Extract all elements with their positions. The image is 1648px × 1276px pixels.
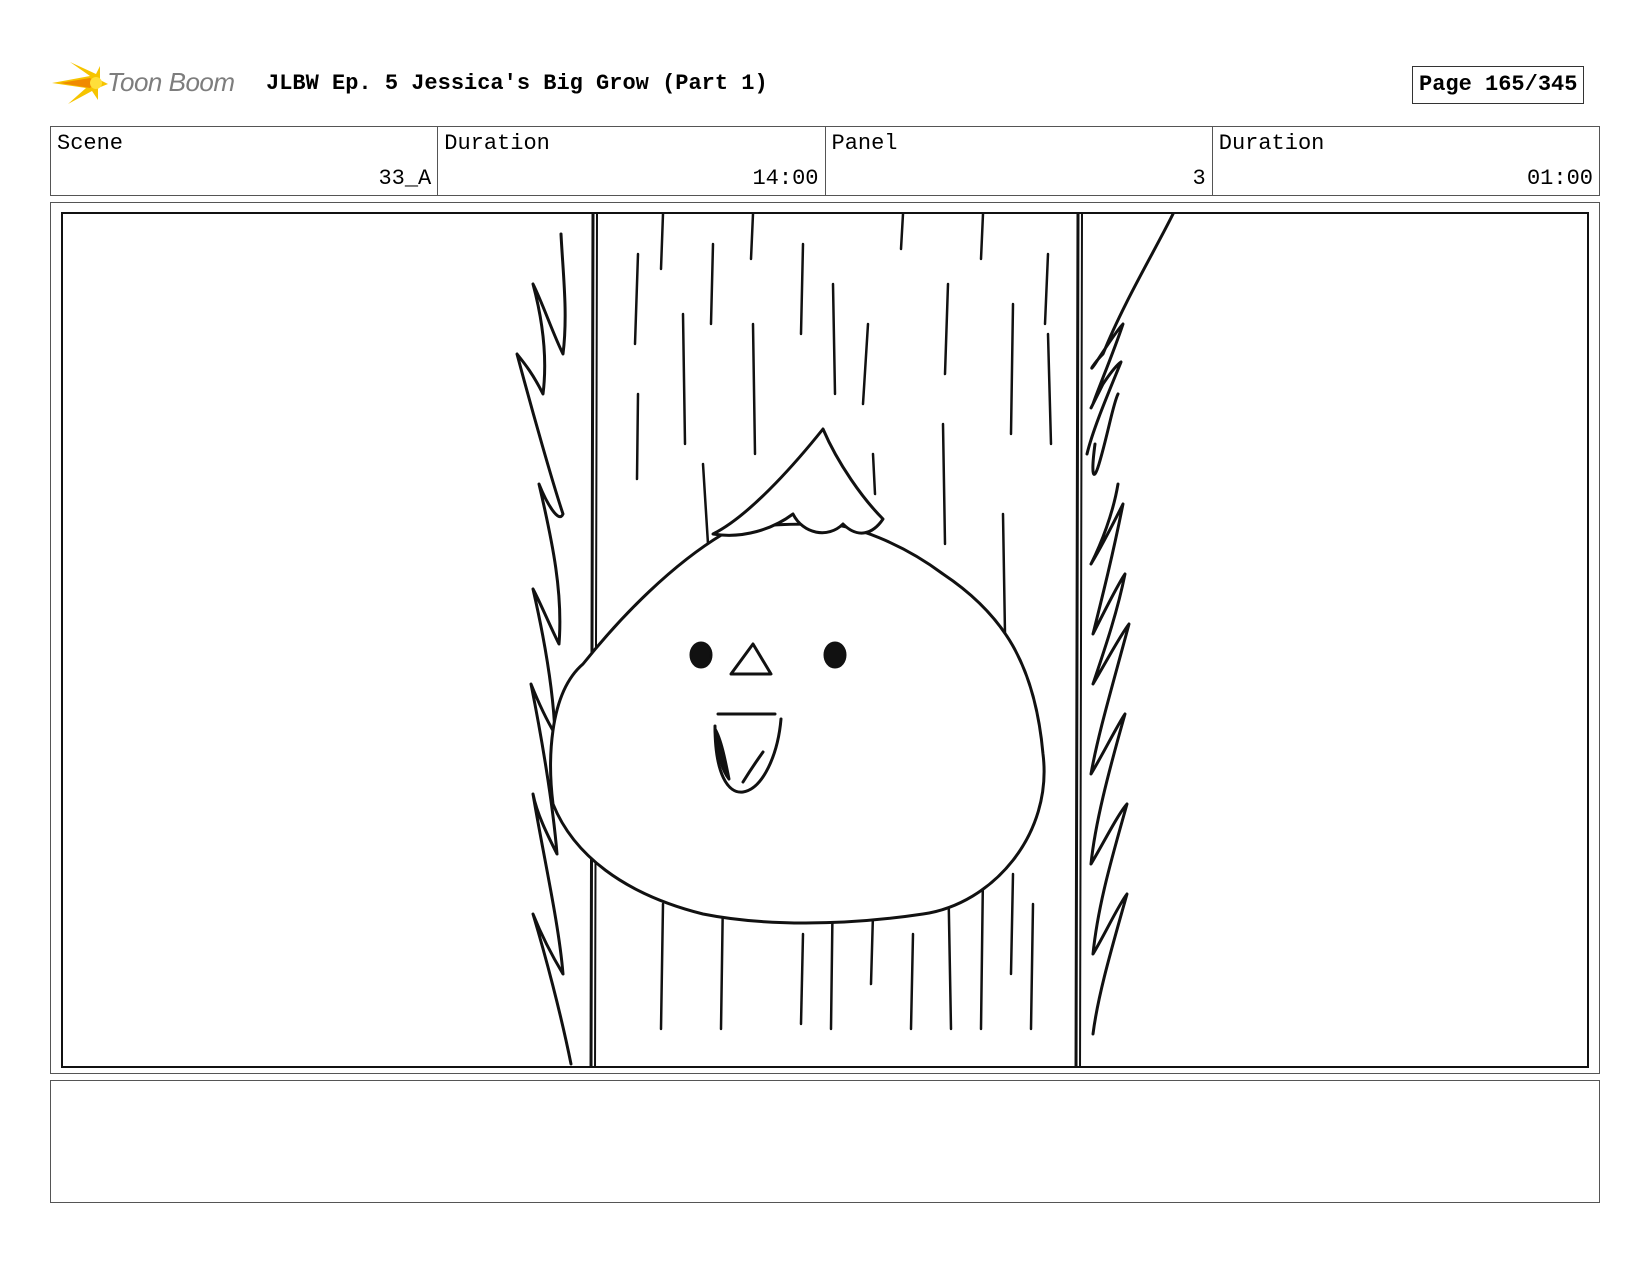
scene-info-table: Scene 33_A Duration 14:00 Panel 3 Durati… bbox=[50, 126, 1600, 196]
panel-frame bbox=[50, 202, 1600, 1074]
scene-duration-value: 14:00 bbox=[752, 166, 819, 191]
notes-box bbox=[50, 1080, 1600, 1203]
starburst-icon bbox=[52, 62, 108, 104]
scene-duration-label: Duration bbox=[444, 131, 550, 156]
left-eye bbox=[689, 641, 713, 669]
scene-cell: Scene 33_A bbox=[51, 127, 437, 195]
panel-duration-cell: Duration 01:00 bbox=[1211, 127, 1599, 195]
panel-drawing-area bbox=[61, 212, 1589, 1068]
panel-duration-value: 01:00 bbox=[1526, 166, 1593, 191]
panel-cell: Panel 3 bbox=[824, 127, 1212, 195]
right-eye bbox=[823, 641, 847, 669]
scene-value: 33_A bbox=[378, 166, 432, 191]
document-title: JLBW Ep. 5 Jessica's Big Grow (Part 1) bbox=[266, 71, 768, 96]
page-header: Toon Boom JLBW Ep. 5 Jessica's Big Grow … bbox=[50, 58, 1600, 108]
scene-label: Scene bbox=[57, 131, 124, 156]
panel-label: Panel bbox=[831, 131, 898, 156]
panel-duration-label: Duration bbox=[1218, 131, 1325, 156]
scene-duration-cell: Duration 14:00 bbox=[437, 127, 824, 195]
left-bark-edge bbox=[515, 232, 573, 1066]
creature-body bbox=[549, 522, 1046, 925]
creature-top-tuft bbox=[711, 427, 885, 537]
toon-boom-logo: Toon Boom bbox=[50, 58, 250, 108]
page-number: Page 165/345 bbox=[1412, 66, 1585, 104]
creature bbox=[549, 427, 1046, 925]
logo-text: Toon Boom bbox=[107, 67, 235, 97]
right-bark-edge bbox=[1085, 214, 1175, 1036]
panel-value: 3 bbox=[1192, 166, 1206, 191]
storyboard-sketch bbox=[515, 214, 1175, 1066]
